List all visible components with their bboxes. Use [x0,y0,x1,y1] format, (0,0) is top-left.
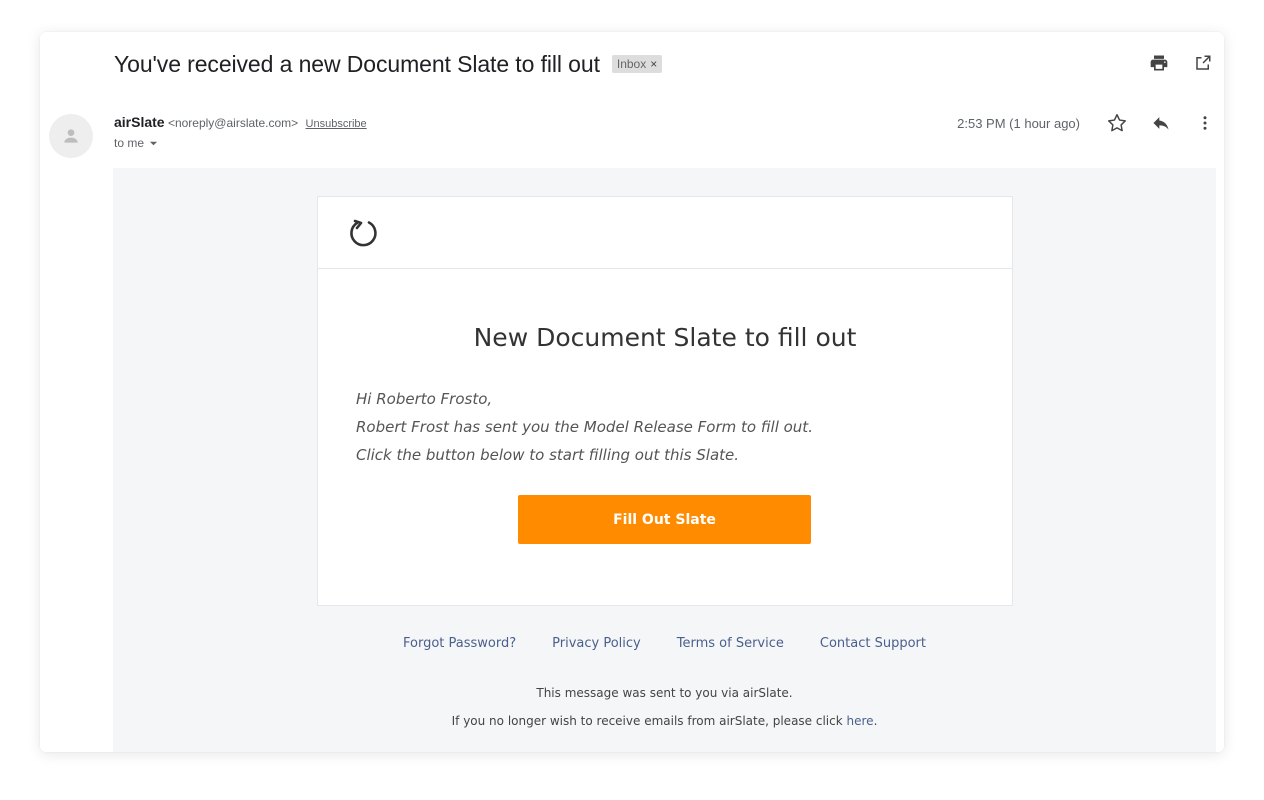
caret-down-icon [149,141,158,145]
email-view: You've received a new Document Slate to … [40,32,1224,752]
open-in-new-window-icon[interactable] [1192,52,1214,74]
recipient-text: to me [114,136,145,150]
message-line-2: Click the button below to start filling … [356,446,740,464]
greeting: Hi Roberto Frosto, [356,390,493,408]
sender-address: <noreply@airslate.com> [167,116,299,130]
message-actions: 2:53 PM (1 hour ago) [957,112,1216,134]
footer-links: Forgot Password? Privacy Policy Terms of… [113,636,1216,651]
recipient-line[interactable]: to me [114,136,367,150]
remove-label-icon[interactable]: × [650,58,657,70]
footer-note-suffix: . [873,714,878,728]
email-body: New Document Slate to fill out Hi Robert… [113,168,1216,752]
person-icon [64,129,78,143]
message-line-1: Robert Frost has sent you the Model Rele… [356,418,813,436]
footer-note-text: If you no longer wish to receive emails … [451,714,843,728]
timestamp: 2:53 PM (1 hour ago) [957,115,1080,131]
forgot-password-link[interactable]: Forgot Password? [403,636,516,651]
reply-icon[interactable] [1150,112,1172,134]
fill-out-slate-button[interactable]: Fill Out Slate [518,495,811,544]
label-text: Inbox [616,57,647,71]
unsubscribe-here-link[interactable]: here [847,714,874,728]
subject-row: You've received a new Document Slate to … [114,46,1224,82]
message-header [318,197,1012,269]
contact-support-link[interactable]: Contact Support [820,636,926,651]
sender-name[interactable]: airSlate [114,114,165,130]
footer-unsubscribe-note: If you no longer wish to receive emails … [113,714,1216,728]
sender-block: airSlate <noreply@airslate.com> Unsubscr… [114,114,367,150]
message-title: New Document Slate to fill out [473,323,857,352]
terms-of-service-link[interactable]: Terms of Service [677,636,784,651]
footer-note: This message was sent to you via airSlat… [536,686,793,700]
email-subject: You've received a new Document Slate to … [114,50,600,77]
message-text: Hi Roberto Frosto, Robert Frost has sent… [356,385,813,469]
more-vertical-icon[interactable] [1194,112,1216,134]
star-icon[interactable] [1106,112,1128,134]
airslate-logo-icon [350,219,377,247]
inbox-label-chip[interactable]: Inbox × [611,55,663,73]
sender-line: airSlate <noreply@airslate.com> Unsubscr… [114,114,367,130]
unsubscribe-link[interactable]: Unsubscribe [306,118,367,130]
privacy-policy-link[interactable]: Privacy Policy [552,636,641,651]
sender-avatar[interactable] [49,114,93,158]
message-card: New Document Slate to fill out Hi Robert… [317,196,1013,606]
print-icon[interactable] [1148,52,1170,74]
top-actions [1148,52,1214,74]
